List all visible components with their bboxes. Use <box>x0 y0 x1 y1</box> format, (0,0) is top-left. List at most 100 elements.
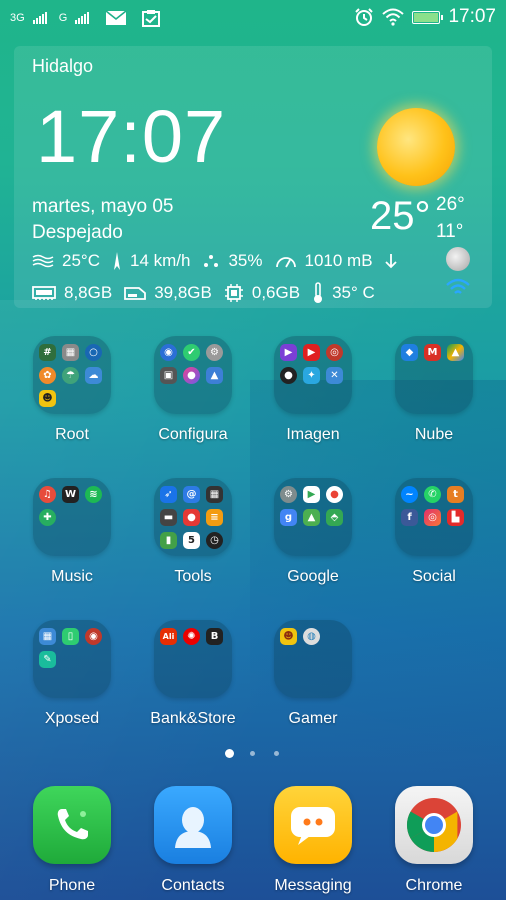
folder-google[interactable]: ⚙ ▶ ● g ▲ ⬘ Google <box>258 478 368 598</box>
folder-google-preview: ⚙ ▶ ● g ▲ ⬘ <box>274 478 352 556</box>
facebook-icon: f <box>401 509 418 526</box>
folder-xposed[interactable]: ▦ ▯ ◉ ✎ Xposed <box>17 620 127 740</box>
weather-widget[interactable]: Hidalgo 17:07 martes, mayo 05 Despejado … <box>14 46 492 308</box>
folder-label: Gamer <box>288 710 338 727</box>
folder-label: Root <box>55 426 89 443</box>
wifi-icon <box>382 8 405 26</box>
umbrella-icon: ☂ <box>62 367 79 384</box>
folder-label: Configura <box>158 426 228 443</box>
bird-icon: ✦ <box>303 367 320 384</box>
dock-label: Messaging <box>274 877 352 894</box>
folder-label: Bank&Store <box>150 710 236 727</box>
dock-messaging[interactable]: Messaging <box>258 786 368 896</box>
folder-root[interactable]: # ▦ ○ ✿ ☂ ☁ ☻ Root <box>17 336 127 456</box>
phone-icon[interactable] <box>33 786 111 864</box>
drive-icon: ▲ <box>447 344 464 361</box>
google-settings-icon: ⚙ <box>280 486 297 503</box>
youtube-icon: ▶ <box>303 344 320 361</box>
humidity: 35% <box>228 251 263 270</box>
dock-contacts[interactable]: Contacts <box>138 786 248 896</box>
google-search-icon: g <box>280 509 297 526</box>
flower-icon: ✿ <box>39 367 56 384</box>
terminal-icon: # <box>39 344 56 361</box>
folder-configura[interactable]: ◉ ✔ ⚙ ▣ ● ▲ Configura <box>138 336 248 456</box>
santander-icon: ✺ <box>183 628 200 645</box>
high-temperature: 26° <box>436 194 465 215</box>
sim2-network-type: G <box>58 12 68 24</box>
dock-label: Contacts <box>161 877 225 894</box>
face-icon: ☻ <box>39 390 56 407</box>
page-indicator[interactable] <box>0 749 506 761</box>
device-icon: ▣ <box>160 367 177 384</box>
spotify-icon: ≋ <box>85 486 102 503</box>
cloud-icon: ☁ <box>85 367 102 384</box>
task-check-icon <box>142 10 161 27</box>
photos-icon: ▲ <box>303 509 320 526</box>
play-store-icon: ▶ <box>303 486 320 503</box>
record-icon: ◉ <box>85 628 102 645</box>
storage-icon <box>124 285 147 301</box>
folder-gamer-preview: ☻ ◍ <box>274 620 352 698</box>
folder-xposed-preview: ▦ ▯ ◉ ✎ <box>33 620 111 698</box>
lens-icon: ● <box>280 367 297 384</box>
weather-details-row: 25°C 14 km/h 35% 1010 mB <box>32 251 405 271</box>
wind-speed: 14 km/h <box>129 251 191 270</box>
sync-icon: ○ <box>85 344 102 361</box>
folder-configura-preview: ◉ ✔ ⚙ ▣ ● ▲ <box>154 336 232 414</box>
clock-app-icon: ◷ <box>206 532 223 549</box>
xposed-grid-icon: ▦ <box>39 628 56 645</box>
dock-label: Chrome <box>405 877 463 894</box>
compass-icon: ➶ <box>160 486 177 503</box>
page-dot[interactable] <box>274 751 279 756</box>
sim1-signal-icon <box>32 12 47 24</box>
battery-app-icon: ▮ <box>160 532 177 549</box>
dock-chrome[interactable]: Chrome <box>379 786 489 896</box>
dock-phone[interactable]: Phone <box>17 786 127 896</box>
weather-city: Hidalgo <box>32 56 94 76</box>
folder-label: Nube <box>414 426 454 443</box>
low-temperature: 11° <box>436 221 464 242</box>
messaging-icon[interactable] <box>274 786 352 864</box>
music-player-icon: ✚ <box>39 509 56 526</box>
video-player-icon: ▶ <box>280 344 297 361</box>
remote-icon: ▬ <box>160 509 177 526</box>
folder-tools-preview: ➶ @ ▦ ▬ ● ≡ ▮ 5 ◷ <box>154 478 232 556</box>
thermometer-icon <box>312 282 324 304</box>
game-controller-icon: ◍ <box>303 628 320 645</box>
pressure: 1010 mB <box>304 251 373 270</box>
folder-label: Google <box>287 568 339 585</box>
chrome-icon[interactable] <box>395 786 473 864</box>
storage-value: 39,8GB <box>154 283 212 302</box>
humidity-icon <box>202 253 220 269</box>
folder-music-preview: ♫ W ≋ ✚ <box>33 478 111 556</box>
folder-nube[interactable]: ◆ M ▲ Nube <box>379 336 489 456</box>
folder-imagen-preview: ▶ ▶ ◎ ● ✦ ✕ <box>274 336 352 414</box>
page-dot-active[interactable] <box>225 749 234 758</box>
pressure-gauge-icon <box>275 253 297 269</box>
arrow-down-icon <box>384 253 397 269</box>
cpu-memory-value: 0,6GB <box>251 283 301 302</box>
maps-icon: ⬘ <box>326 509 343 526</box>
dock-label: Phone <box>48 877 96 894</box>
mega-icon: M <box>424 344 441 361</box>
folder-bank-store[interactable]: Ali ✺ B Bank&Store <box>138 620 248 740</box>
page-dot[interactable] <box>250 751 255 756</box>
ram-value: 8,8GB <box>64 283 113 302</box>
clock-date: martes, mayo 05 <box>32 196 174 217</box>
clock-time[interactable]: 17:07 <box>36 100 226 174</box>
headphones-icon: ♫ <box>39 486 56 503</box>
folder-imagen[interactable]: ▶ ▶ ◎ ● ✦ ✕ Imagen <box>258 336 368 456</box>
flipboard-icon: ▙ <box>447 509 464 526</box>
folder-social[interactable]: ~ ✆ t f ◎ ▙ Social <box>379 478 489 598</box>
folder-music[interactable]: ♫ W ≋ ✚ Music <box>17 478 127 598</box>
contacts-icon[interactable] <box>154 786 232 864</box>
haze-icon <box>32 254 54 268</box>
battery-icon <box>412 10 444 24</box>
folder-tools[interactable]: ➶ @ ▦ ▬ ● ≡ ▮ 5 ◷ Tools <box>138 478 248 598</box>
air-temperature: 25°C <box>62 251 100 270</box>
system-stats-row: 8,8GB 39,8GB 0,6GB 35° C <box>32 282 387 304</box>
folder-gamer[interactable]: ☻ ◍ Gamer <box>258 620 368 740</box>
gallery-icon: ✕ <box>326 367 343 384</box>
whatsapp-icon: ✆ <box>424 486 441 503</box>
game-character-icon: ☻ <box>280 628 297 645</box>
